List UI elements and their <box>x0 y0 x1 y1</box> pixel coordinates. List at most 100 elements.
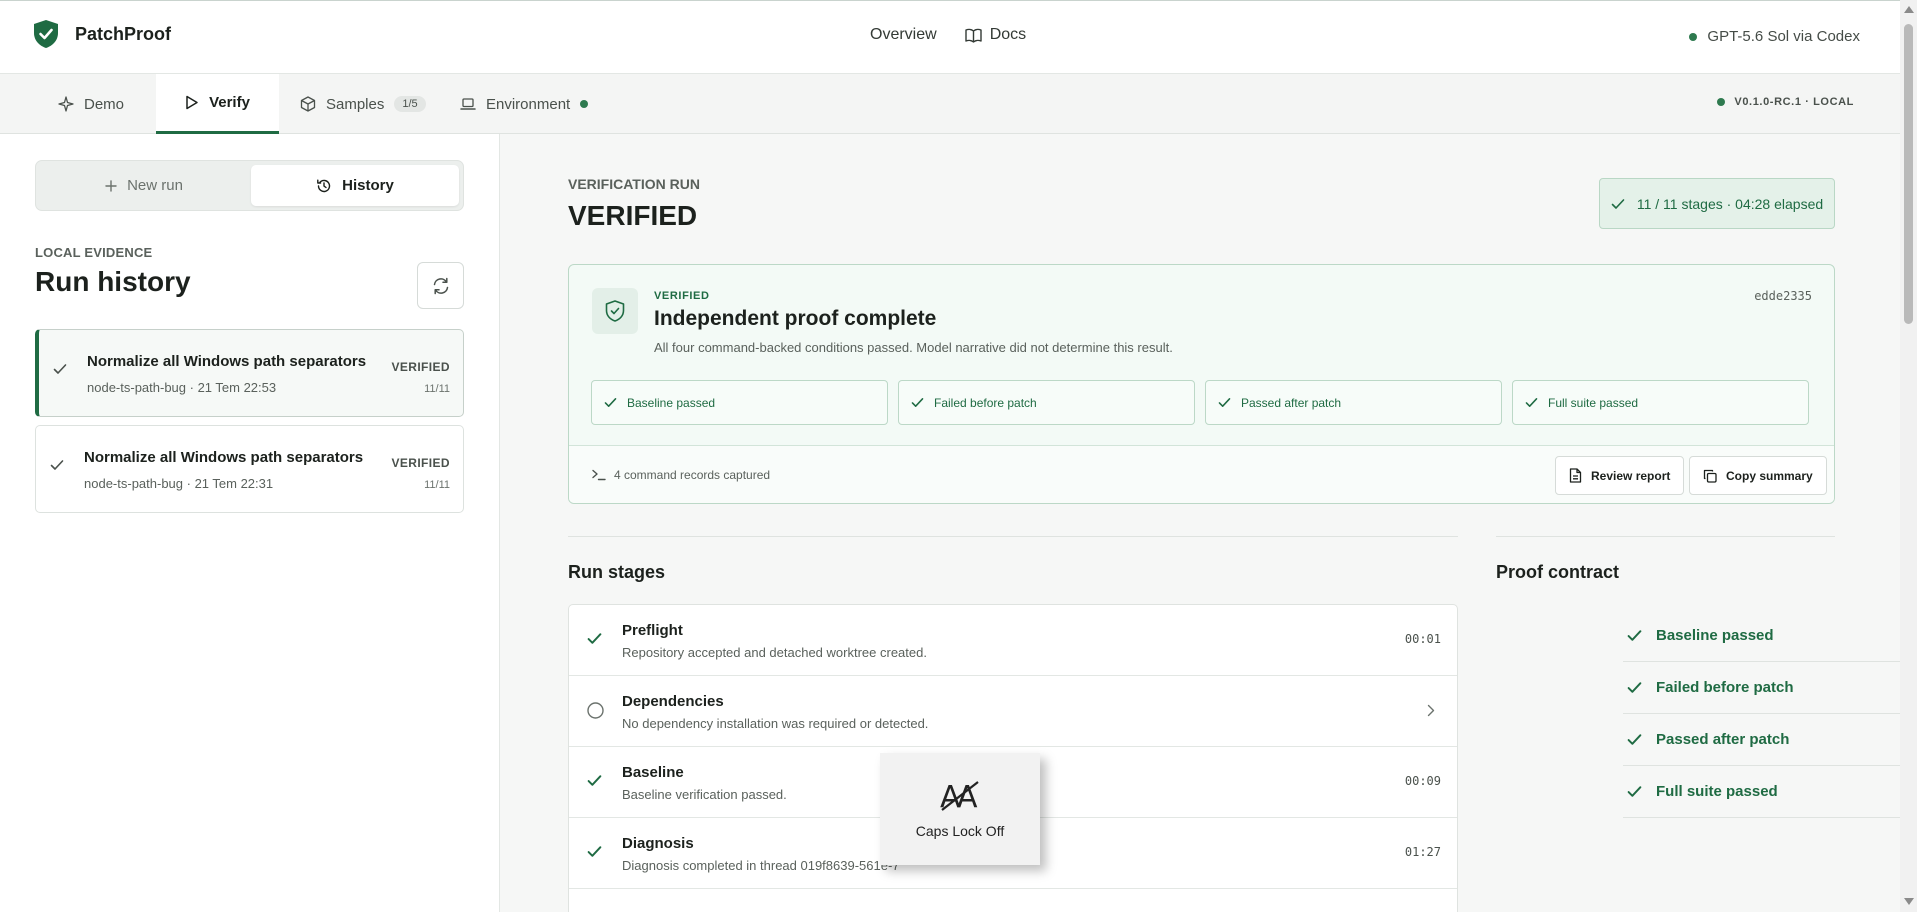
play-icon <box>185 95 199 110</box>
scrollbar-thumb[interactable] <box>1904 24 1913 324</box>
shield-check-icon <box>592 288 638 334</box>
elapsed-badge: 11 / 11 stages · 04:28 elapsed <box>1599 178 1835 229</box>
run-stage-count: 11/11 <box>424 383 450 395</box>
stage-row[interactable]: Dependencies No dependency installation … <box>569 676 1457 747</box>
stage-description: Baseline verification passed. <box>622 787 787 802</box>
mode-switch: New run History <box>35 160 464 211</box>
verification-panel: VERIFICATION RUN VERIFIED 11 / 11 stages… <box>500 134 1917 912</box>
cube-icon <box>300 96 316 112</box>
sparkle-icon <box>58 96 74 112</box>
history-icon <box>316 178 332 194</box>
stage-duration: 00:01 <box>1404 632 1441 646</box>
contract-item: Baseline passed <box>1623 610 1917 662</box>
history-title: Run history <box>35 266 191 297</box>
refresh-icon <box>431 276 451 296</box>
tab-bar: Demo Verify Samples 1/5 Environment V0.1… <box>0 74 1900 134</box>
caps-lock-overlay: AA Caps Lock Off <box>880 753 1040 865</box>
refresh-button[interactable] <box>417 262 464 309</box>
review-report-label: Review report <box>1591 468 1671 483</box>
top-bar: PatchProof Overview Docs GPT-5.6 Sol via… <box>0 0 1900 74</box>
tab-verify[interactable]: Verify <box>156 74 279 134</box>
condition-item: Baseline passed <box>591 380 888 425</box>
check-icon <box>604 397 617 408</box>
contract-item: Passed after patch <box>1623 714 1917 766</box>
history-panel: New run History LOCAL EVIDENCE Run histo… <box>0 134 500 912</box>
proof-card-footer: 4 command records captured Review report… <box>569 445 1834 503</box>
shield-logo-icon <box>33 19 59 49</box>
run-history-item[interactable]: Normalize all Windows path separators no… <box>35 425 464 513</box>
scroll-down-icon[interactable] <box>1904 898 1914 905</box>
review-report-button[interactable]: Review report <box>1555 456 1685 495</box>
stage-name: Preflight <box>622 622 683 639</box>
version-indicator: V0.1.0-RC.1 · LOCAL <box>1717 96 1854 108</box>
divider <box>1496 536 1835 537</box>
contract-label: Failed before patch <box>1656 679 1794 696</box>
contract-label: Full suite passed <box>1656 783 1778 800</box>
condition-item: Failed before patch <box>898 380 1195 425</box>
check-icon <box>911 397 924 408</box>
history-eyebrow: LOCAL EVIDENCE <box>35 245 153 260</box>
command-records: 4 command records captured <box>592 468 770 482</box>
caps-lock-icon: AA <box>938 779 982 813</box>
stage-name: Baseline <box>622 764 684 781</box>
version-label: V0.1.0-RC.1 · LOCAL <box>1734 96 1854 108</box>
stage-description: Repository accepted and detached worktre… <box>622 645 927 660</box>
condition-label: Failed before patch <box>934 395 1037 410</box>
check-icon <box>587 774 602 787</box>
tab-environment[interactable]: Environment <box>460 74 589 134</box>
run-stage-count: 11/11 <box>424 479 450 491</box>
tab-samples-label: Samples <box>326 95 385 113</box>
run-history-item[interactable]: Normalize all Windows path separators no… <box>35 329 464 417</box>
copy-summary-label: Copy summary <box>1726 468 1813 483</box>
proof-contract-title: Proof contract <box>1496 562 1620 582</box>
check-icon <box>1627 785 1642 798</box>
check-icon <box>1627 629 1642 642</box>
check-icon <box>1611 198 1625 210</box>
app-name: PatchProof <box>75 23 172 44</box>
run-status: VERIFIED <box>391 360 450 374</box>
command-records-label: 4 command records captured <box>614 468 771 482</box>
tab-demo[interactable]: Demo <box>58 74 124 134</box>
scroll-up-icon[interactable] <box>1904 6 1914 13</box>
elapsed-label: 11 / 11 stages · 04:28 elapsed <box>1636 195 1824 212</box>
contract-item: Full suite passed <box>1623 766 1917 818</box>
check-icon <box>50 459 64 471</box>
version-status-dot <box>1717 98 1726 106</box>
copy-summary-button[interactable]: Copy summary <box>1689 456 1827 495</box>
history-button[interactable]: History <box>251 165 459 206</box>
document-icon <box>1569 468 1582 483</box>
samples-count-badge: 1/5 <box>394 96 426 112</box>
condition-label: Baseline passed <box>627 395 716 410</box>
new-run-label: New run <box>127 177 183 194</box>
empty-circle-icon <box>587 702 604 719</box>
proof-description: All four command-backed conditions passe… <box>654 340 1173 355</box>
stage-row[interactable]: Preflight Repository accepted and detach… <box>569 605 1457 676</box>
verification-title: VERIFIED <box>568 200 698 231</box>
contract-label: Baseline passed <box>1656 627 1774 644</box>
check-icon <box>1627 733 1642 746</box>
condition-item: Full suite passed <box>1512 380 1809 425</box>
contract-item: Failed before patch <box>1623 662 1917 714</box>
stage-duration: 01:27 <box>1404 845 1441 859</box>
chevron-right-icon <box>1427 704 1435 717</box>
nav-overview[interactable]: Overview <box>870 26 937 44</box>
model-status-dot <box>1689 32 1698 41</box>
tab-demo-label: Demo <box>84 95 125 113</box>
scrollbar[interactable] <box>1900 0 1917 912</box>
tab-verify-label: Verify <box>209 94 250 111</box>
model-indicator: GPT-5.6 Sol via Codex <box>1689 28 1860 45</box>
terminal-icon <box>592 469 606 481</box>
new-run-button[interactable]: New run <box>40 165 248 206</box>
brand[interactable]: PatchProof <box>33 19 171 49</box>
tab-samples[interactable]: Samples 1/5 <box>300 74 426 134</box>
environment-status-dot <box>580 100 589 108</box>
caps-lock-label: Caps Lock Off <box>915 823 1005 839</box>
model-label: GPT-5.6 Sol via Codex <box>1707 28 1860 45</box>
plus-icon <box>105 179 117 192</box>
check-icon <box>587 845 602 858</box>
proof-card: VERIFIED Independent proof complete All … <box>568 264 1835 504</box>
check-icon <box>53 363 67 375</box>
history-header: LOCAL EVIDENCE Run history <box>35 245 191 298</box>
nav-docs[interactable]: Docs <box>964 26 1026 44</box>
contract-label: Passed after patch <box>1656 731 1790 748</box>
